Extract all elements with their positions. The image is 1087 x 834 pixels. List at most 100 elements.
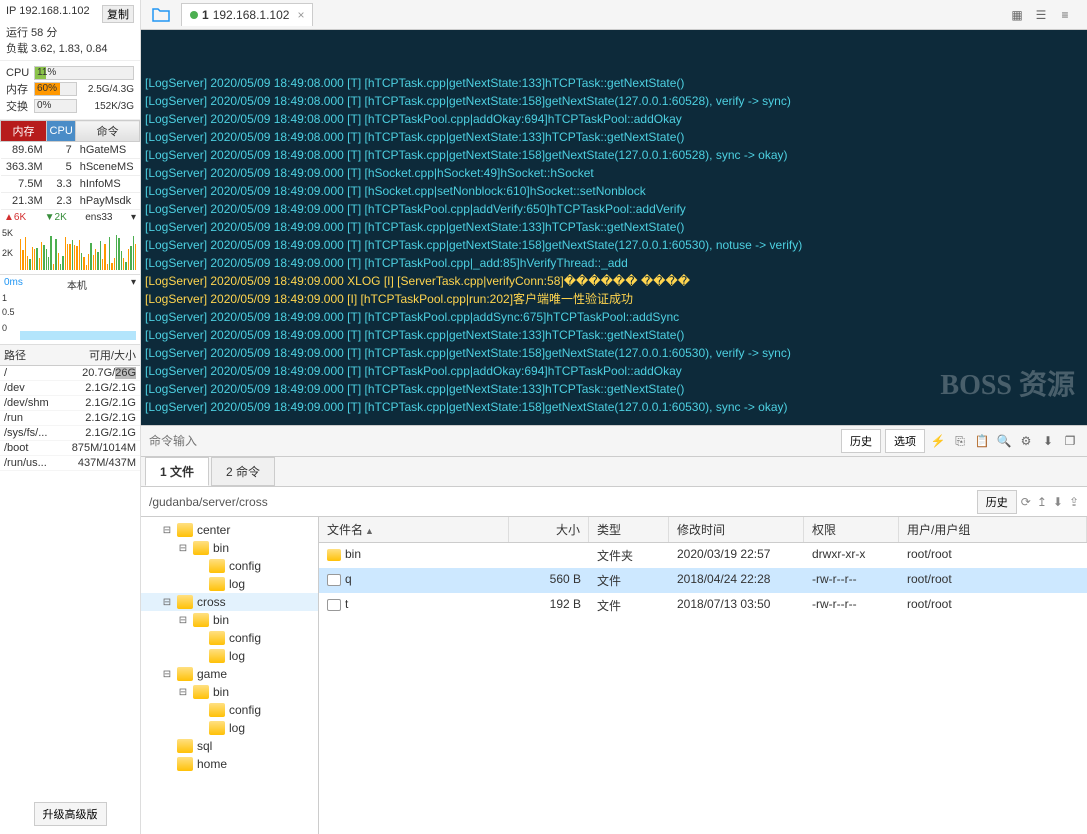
tab-files[interactable]: 1 文件 [145, 457, 209, 486]
folder-icon [209, 559, 225, 573]
fs-row[interactable]: /boot875M/1014M [0, 441, 140, 456]
path-history-button[interactable]: 历史 [977, 490, 1017, 514]
tree-item[interactable]: config [141, 629, 318, 647]
folder-icon [209, 703, 225, 717]
doc-icon [327, 574, 341, 586]
process-row[interactable]: 89.6M7hGateMS [1, 142, 140, 159]
folder-icon [209, 577, 225, 591]
chevron-down-icon[interactable]: ▾ [131, 212, 136, 223]
col-permissions[interactable]: 权限 [804, 517, 899, 542]
bolt-icon[interactable]: ⚡ [929, 432, 947, 450]
path-bar: /gudanba/server/cross 历史 ⟳ ↥ ⬇ ⇪ [141, 487, 1087, 517]
folder-icon [209, 631, 225, 645]
col-filetype[interactable]: 类型 [589, 517, 669, 542]
fs-row[interactable]: /run/us...437M/437M [0, 456, 140, 471]
status-dot-icon [190, 11, 198, 19]
bottom-tabs: 1 文件 2 命令 [141, 457, 1087, 487]
swap-label: 交换 [6, 98, 34, 114]
col-mem[interactable]: 内存 [1, 121, 47, 142]
cpu-label: CPU [6, 67, 34, 79]
latency-chart: 0ms 本机▾ 1 0.5 0 [0, 275, 140, 345]
swap-meter: 0% [34, 99, 77, 113]
col-modified[interactable]: 修改时间 [669, 517, 804, 542]
cpu-meter: 11% [34, 66, 134, 80]
fs-row[interactable]: /dev/shm2.1G/2.1G [0, 396, 140, 411]
network-chart: ▲6K ▼2K ens33▾ 5K 2K [0, 210, 140, 275]
folder-icon [177, 595, 193, 609]
col-cmd[interactable]: 命令 [76, 121, 140, 142]
download-icon[interactable]: ⬇ [1039, 432, 1057, 450]
layout-icon[interactable]: ☰ [1031, 5, 1051, 25]
tree-item[interactable]: ⊟bin [141, 611, 318, 629]
tree-item[interactable]: log [141, 575, 318, 593]
tree-item[interactable]: home [141, 755, 318, 773]
tree-item[interactable]: ⊟cross [141, 593, 318, 611]
tree-item[interactable]: config [141, 557, 318, 575]
folder-icon [327, 549, 341, 561]
command-bar: 历史 选项 ⚡ ⎘ 📋 🔍 ⚙ ⬇ ❐ [141, 425, 1087, 457]
close-icon[interactable]: × [297, 8, 304, 22]
folder-icon [177, 739, 193, 753]
copy-button[interactable]: 复制 [102, 5, 134, 23]
popout-icon[interactable]: ❐ [1061, 432, 1079, 450]
load-label: 负载 3.62, 1.83, 0.84 [6, 40, 134, 56]
tree-item[interactable]: ⊟center [141, 521, 318, 539]
refresh-icon[interactable]: ⟳ [1021, 495, 1031, 509]
fs-row[interactable]: /sys/fs/...2.1G/2.1G [0, 426, 140, 441]
folder-icon [209, 649, 225, 663]
file-row[interactable]: t192 B文件2018/07/13 03:50-rw-r--r--root/r… [319, 593, 1087, 618]
col-path[interactable]: 路径 [0, 345, 59, 366]
download-icon: ▼2K [45, 212, 67, 223]
file-browser: ⊟center⊟binconfiglog⊟cross⊟binconfiglog⊟… [141, 517, 1087, 834]
options-button[interactable]: 选项 [885, 429, 925, 453]
ip-label: IP 192.168.1.102 [6, 5, 90, 23]
folder-icon [193, 613, 209, 627]
bookmark-icon[interactable]: ⇪ [1069, 495, 1079, 509]
tree-item[interactable]: ⊟game [141, 665, 318, 683]
grid-icon[interactable]: ▦ [1007, 5, 1027, 25]
path-text[interactable]: /gudanba/server/cross [149, 495, 973, 509]
tab-bar: 1 192.168.1.102 × ▦ ☰ ≡ [141, 0, 1087, 30]
sidebar: IP 192.168.1.102 复制 运行 58 分 负载 3.62, 1.8… [0, 0, 141, 834]
tree-item[interactable]: log [141, 647, 318, 665]
folder-tree[interactable]: ⊟center⊟binconfiglog⊟cross⊟binconfiglog⊟… [141, 517, 319, 834]
process-row[interactable]: 363.3M5hSceneMS [1, 159, 140, 176]
col-filesize[interactable]: 大小 [509, 517, 589, 542]
gear-icon[interactable]: ⚙ [1017, 432, 1035, 450]
folder-icon [177, 523, 193, 537]
tab-commands[interactable]: 2 命令 [211, 457, 275, 486]
tree-item[interactable]: sql [141, 737, 318, 755]
upload-icon[interactable]: ↥ [1037, 495, 1047, 509]
col-filename[interactable]: 文件名▲ [319, 517, 509, 542]
tree-item[interactable]: ⊟bin [141, 539, 318, 557]
col-owner[interactable]: 用户/用户组 [899, 517, 1087, 542]
col-cpu[interactable]: CPU [47, 121, 76, 142]
upgrade-button[interactable]: 升级高级版 [34, 802, 107, 826]
terminal-output[interactable]: [LogServer] 2020/05/09 18:49:08.000 [T] … [141, 30, 1087, 425]
command-input[interactable] [149, 434, 837, 448]
file-row[interactable]: q560 B文件2018/04/24 22:28-rw-r--r--root/r… [319, 568, 1087, 593]
session-tab[interactable]: 1 192.168.1.102 × [181, 3, 313, 26]
history-button[interactable]: 历史 [841, 429, 881, 453]
tree-item[interactable]: log [141, 719, 318, 737]
main-area: 1 192.168.1.102 × ▦ ☰ ≡ [LogServer] 2020… [141, 0, 1087, 834]
tree-item[interactable]: config [141, 701, 318, 719]
mem-label: 内存 [6, 81, 34, 97]
file-row[interactable]: bin文件夹2020/03/19 22:57drwxr-xr-xroot/roo… [319, 543, 1087, 568]
menu-icon[interactable]: ≡ [1055, 5, 1075, 25]
copy-icon[interactable]: ⎘ [951, 432, 969, 450]
process-row[interactable]: 21.3M2.3hPayMsdk [1, 193, 140, 210]
open-folder-icon[interactable] [145, 3, 177, 27]
col-size[interactable]: 可用/大小 [59, 345, 140, 366]
download-icon[interactable]: ⬇ [1053, 495, 1063, 509]
search-icon[interactable]: 🔍 [995, 432, 1013, 450]
upload-icon: ▲6K [4, 212, 26, 223]
fs-row[interactable]: /run2.1G/2.1G [0, 411, 140, 426]
process-row[interactable]: 7.5M3.3hInfoMS [1, 176, 140, 193]
fs-row[interactable]: /20.7G/26G [0, 366, 140, 381]
doc-icon [327, 599, 341, 611]
paste-icon[interactable]: 📋 [973, 432, 991, 450]
tree-item[interactable]: ⊟bin [141, 683, 318, 701]
chevron-down-icon[interactable]: ▾ [131, 277, 136, 292]
fs-row[interactable]: /dev2.1G/2.1G [0, 381, 140, 396]
